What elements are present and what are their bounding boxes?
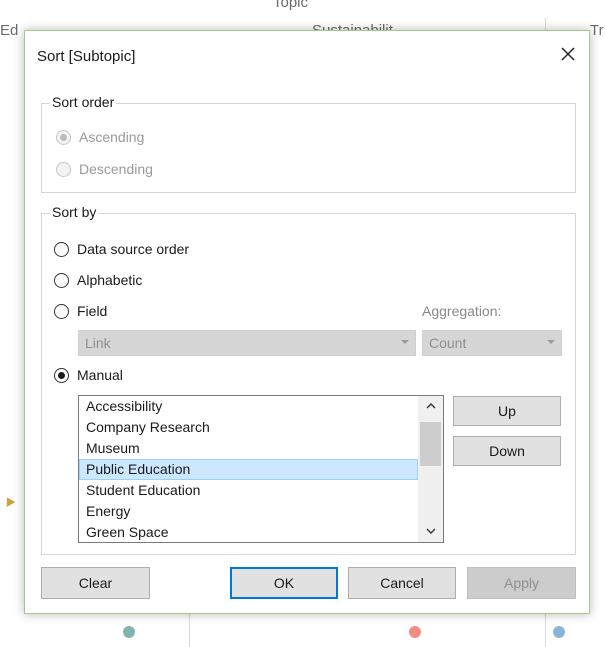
- manual-sort-list[interactable]: Accessibility Company Research Museum Pu…: [78, 395, 444, 543]
- ok-button[interactable]: OK: [230, 567, 338, 599]
- close-icon[interactable]: [555, 41, 581, 67]
- descending-radio[interactable]: Descending: [56, 159, 153, 179]
- cancel-button[interactable]: Cancel: [348, 567, 456, 599]
- ascending-radio[interactable]: Ascending: [56, 127, 144, 147]
- radio-button[interactable]: [54, 272, 69, 288]
- dialog-titlebar[interactable]: Sort [Subtopic]: [25, 31, 589, 81]
- column-divider: [189, 614, 190, 647]
- sort-order-legend: Sort order: [50, 94, 117, 110]
- column-divider: [545, 614, 546, 647]
- data-point-mark: [409, 626, 421, 638]
- vertical-scrollbar[interactable]: [418, 396, 443, 542]
- list-item[interactable]: Green Space: [79, 522, 418, 542]
- radio-button[interactable]: [54, 303, 69, 319]
- aggregation-select[interactable]: Count: [422, 330, 562, 356]
- data-point-mark: [123, 626, 135, 638]
- dialog-title: Sort [Subtopic]: [37, 48, 136, 65]
- list-item-selected[interactable]: Public Education: [79, 459, 418, 480]
- list-item[interactable]: Company Research: [79, 417, 418, 438]
- list-item[interactable]: Student Education: [79, 480, 418, 501]
- ascending-label: Ascending: [79, 129, 145, 145]
- field-radio[interactable]: Field: [54, 301, 107, 321]
- chevron-down-icon: [547, 340, 555, 344]
- sort-order-group: Sort order: [41, 94, 576, 193]
- field-label: Field: [77, 303, 108, 319]
- radio-button[interactable]: [54, 367, 69, 383]
- radio-button[interactable]: [56, 161, 71, 177]
- radio-button[interactable]: [56, 129, 71, 145]
- alphabetic-label: Alphabetic: [77, 272, 143, 288]
- scroll-up-icon[interactable]: [418, 396, 443, 416]
- scroll-down-icon[interactable]: [418, 522, 443, 542]
- alphabetic-radio[interactable]: Alphabetic: [54, 270, 142, 290]
- sort-dialog: Sort [Subtopic] Sort order Ascending Des…: [24, 30, 590, 614]
- chevron-down-icon: [401, 340, 409, 344]
- scrollbar-thumb[interactable]: [420, 422, 441, 466]
- manual-label: Manual: [77, 367, 123, 383]
- aggregation-select-value: Count: [429, 335, 467, 351]
- topic-header: Topic: [273, 0, 309, 11]
- apply-button[interactable]: Apply: [467, 567, 576, 599]
- list-item[interactable]: Energy: [79, 501, 418, 522]
- manual-radio[interactable]: Manual: [54, 365, 123, 385]
- list-item[interactable]: Accessibility: [79, 396, 418, 417]
- down-button[interactable]: Down: [453, 436, 561, 466]
- data-point-mark: [553, 626, 565, 638]
- column-header-right: Tr: [590, 22, 604, 39]
- data-point-mark: [2, 495, 16, 507]
- up-button[interactable]: Up: [453, 396, 561, 426]
- list-item[interactable]: Museum: [79, 438, 418, 459]
- list-items: Accessibility Company Research Museum Pu…: [79, 396, 418, 542]
- field-select-value: Link: [85, 335, 111, 351]
- aggregation-label: Aggregation:: [422, 303, 502, 319]
- data-source-order-label: Data source order: [77, 241, 190, 257]
- clear-button[interactable]: Clear: [41, 567, 150, 599]
- descending-label: Descending: [79, 161, 153, 177]
- radio-button[interactable]: [54, 241, 69, 257]
- data-source-order-radio[interactable]: Data source order: [54, 239, 189, 259]
- field-select[interactable]: Link: [78, 330, 416, 356]
- sort-by-legend: Sort by: [50, 204, 99, 220]
- column-header-left: Ed: [0, 22, 19, 39]
